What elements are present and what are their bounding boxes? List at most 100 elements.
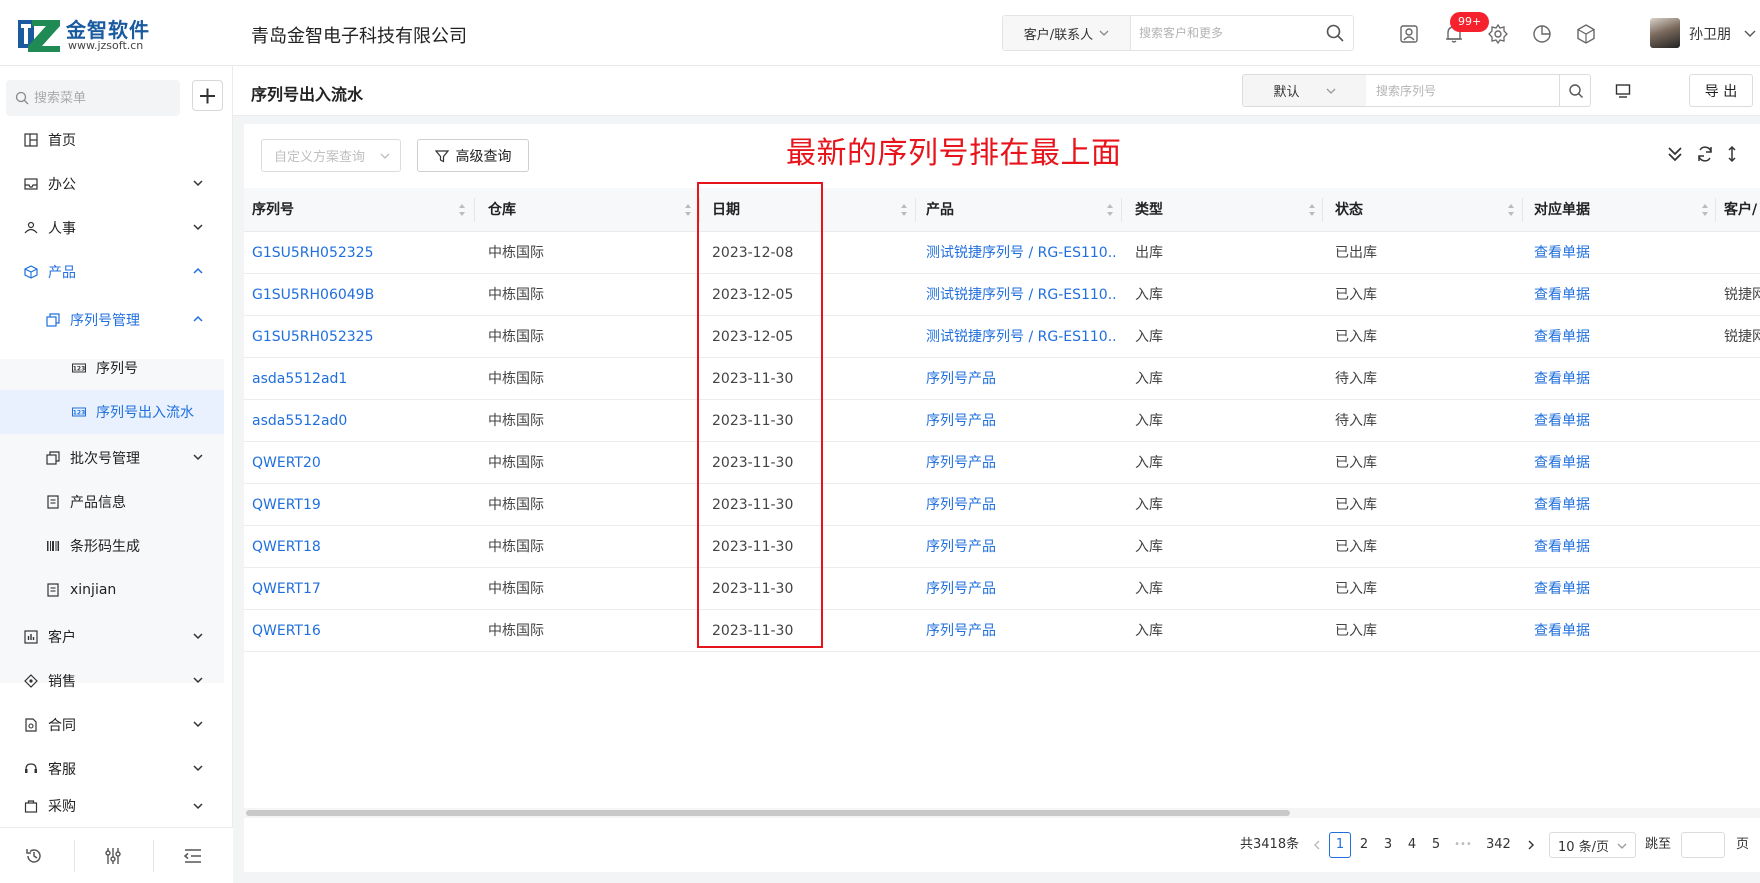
sidebar-item-customer[interactable]: 客户 [0, 615, 224, 659]
column-header-customer[interactable]: 客户/ [1724, 188, 1757, 232]
view-document-link[interactable]: 查看单据 [1534, 568, 1704, 610]
product-link[interactable]: 序列号产品 [926, 568, 1118, 610]
view-select[interactable]: 默认 [1242, 74, 1367, 107]
serial-number-link[interactable]: G1SU5RH052325 [252, 316, 472, 358]
page-last[interactable]: 342 [1486, 832, 1511, 858]
add-menu-button[interactable] [192, 80, 223, 111]
product-link[interactable]: 测试锐捷序列号 / RG-ES110... [926, 274, 1118, 316]
table-row[interactable]: asda5512ad1 中栋国际 2023-11-30 序列号产品 入库 待入库… [244, 358, 1760, 400]
sidebar-item-office[interactable]: 办公 [0, 162, 224, 206]
sort-icon[interactable] [1507, 203, 1515, 217]
product-link[interactable]: 序列号产品 [926, 610, 1118, 652]
sidebar-item-purchase[interactable]: 采购 [0, 791, 224, 821]
product-link[interactable]: 序列号产品 [926, 526, 1118, 568]
serial-number-link[interactable]: QWERT19 [252, 484, 472, 526]
sidebar-item-service[interactable]: 客服 [0, 747, 224, 791]
serial-search-input[interactable] [1366, 74, 1565, 107]
sidebar-item-sales[interactable]: 销售 [0, 659, 224, 703]
serial-number-link[interactable]: asda5512ad0 [252, 400, 472, 442]
page-5[interactable]: 5 [1425, 832, 1447, 858]
product-link[interactable]: 序列号产品 [926, 442, 1118, 484]
double-chevron-down-icon[interactable] [1665, 144, 1685, 164]
prev-page-icon[interactable] [1312, 840, 1322, 850]
page-2[interactable]: 2 [1353, 832, 1375, 858]
sidebar-item-product[interactable]: 产品 [0, 250, 224, 294]
scrollbar-thumb[interactable] [246, 810, 1290, 816]
export-button[interactable]: 导 出 [1689, 74, 1753, 107]
logo[interactable]: 金智软件 www.jzsoft.cn [18, 14, 168, 54]
table-row[interactable]: asda5512ad0 中栋国际 2023-11-30 序列号产品 入库 待入库… [244, 400, 1760, 442]
search-scope-select[interactable]: 客户/联系人 [1003, 16, 1131, 50]
cube-icon[interactable] [1575, 23, 1597, 45]
serial-number-link[interactable]: QWERT18 [252, 526, 472, 568]
table-row[interactable]: QWERT17 中栋国际 2023-11-30 序列号产品 入库 已入库 查看单… [244, 568, 1760, 610]
view-document-link[interactable]: 查看单据 [1534, 484, 1704, 526]
avatar[interactable] [1650, 18, 1680, 48]
sidebar-item-serial-number[interactable]: 123 序列号 [0, 346, 224, 390]
sort-icon[interactable] [900, 203, 908, 217]
gear-icon[interactable] [1487, 23, 1509, 45]
column-header-document[interactable]: 对应单据 [1534, 188, 1590, 232]
column-header-product[interactable]: 产品 [926, 188, 954, 232]
search-icon[interactable] [1325, 23, 1345, 43]
history-icon[interactable] [24, 846, 44, 866]
sidebar-item-product-info[interactable]: 产品信息 [0, 480, 224, 524]
product-link[interactable]: 测试锐捷序列号 / RG-ES110... [926, 316, 1118, 358]
serial-number-link[interactable]: G1SU5RH06049B [252, 274, 472, 316]
view-document-link[interactable]: 查看单据 [1534, 526, 1704, 568]
collapse-menu-icon[interactable] [183, 846, 203, 866]
product-link[interactable]: 序列号产品 [926, 484, 1118, 526]
sidebar-item-xinjian[interactable]: xinjian [0, 568, 224, 612]
sidebar-item-serial-management[interactable]: 序列号管理 [0, 298, 224, 342]
product-link[interactable]: 序列号产品 [926, 400, 1118, 442]
next-page-icon[interactable] [1526, 840, 1536, 850]
sort-icon[interactable] [1308, 203, 1316, 217]
product-link[interactable]: 序列号产品 [926, 358, 1118, 400]
column-header-date[interactable]: 日期 [712, 188, 740, 232]
serial-search-button[interactable] [1559, 74, 1591, 107]
view-document-link[interactable]: 查看单据 [1534, 610, 1704, 652]
view-document-link[interactable]: 查看单据 [1534, 442, 1704, 484]
sidebar-item-barcode[interactable]: 条形码生成 [0, 524, 224, 568]
print-view-button[interactable] [1608, 74, 1638, 107]
view-document-link[interactable]: 查看单据 [1534, 358, 1704, 400]
sort-icon[interactable] [1106, 203, 1114, 217]
view-document-link[interactable]: 查看单据 [1534, 274, 1704, 316]
serial-number-link[interactable]: asda5512ad1 [252, 358, 472, 400]
view-document-link[interactable]: 查看单据 [1534, 232, 1704, 274]
view-document-link[interactable]: 查看单据 [1534, 400, 1704, 442]
product-link[interactable]: 测试锐捷序列号 / RG-ES110... [926, 232, 1118, 274]
page-size-select[interactable]: 10 条/页 [1549, 832, 1636, 858]
serial-number-link[interactable]: G1SU5RH052325 [252, 232, 472, 274]
contact-card-icon[interactable] [1398, 23, 1420, 45]
table-row[interactable]: G1SU5RH052325 中栋国际 2023-12-08 测试锐捷序列号 / … [244, 232, 1760, 274]
table-row[interactable]: G1SU5RH06049B 中栋国际 2023-12-05 测试锐捷序列号 / … [244, 274, 1760, 316]
table-row[interactable]: QWERT18 中栋国际 2023-11-30 序列号产品 入库 已入库 查看单… [244, 526, 1760, 568]
menu-search-input[interactable] [34, 80, 174, 116]
custom-scheme-select[interactable]: 自定义方案查询 [261, 139, 401, 172]
page-4[interactable]: 4 [1401, 832, 1423, 858]
sort-icon[interactable] [684, 203, 692, 217]
jump-page-input[interactable] [1681, 832, 1725, 858]
table-row[interactable]: QWERT20 中栋国际 2023-11-30 序列号产品 入库 已入库 查看单… [244, 442, 1760, 484]
serial-number-link[interactable]: QWERT20 [252, 442, 472, 484]
row-height-icon[interactable] [1722, 144, 1742, 164]
serial-number-link[interactable]: QWERT17 [252, 568, 472, 610]
sidebar-item-home[interactable]: 首页 [0, 118, 224, 162]
horizontal-scrollbar[interactable] [244, 808, 1760, 818]
table-row[interactable]: QWERT19 中栋国际 2023-11-30 序列号产品 入库 已入库 查看单… [244, 484, 1760, 526]
serial-number-link[interactable]: QWERT16 [252, 610, 472, 652]
user-name[interactable]: 孙卫朋 [1689, 24, 1731, 44]
column-header-serial[interactable]: 序列号 [252, 188, 294, 232]
page-ellipsis[interactable]: ••• [1452, 832, 1474, 858]
sort-icon[interactable] [458, 203, 466, 217]
page-1[interactable]: 1 [1329, 832, 1351, 858]
page-3[interactable]: 3 [1377, 832, 1399, 858]
column-header-type[interactable]: 类型 [1135, 188, 1163, 232]
sidebar-item-contract[interactable]: 合同 [0, 703, 224, 747]
table-row[interactable]: QWERT16 中栋国际 2023-11-30 序列号产品 入库 已入库 查看单… [244, 610, 1760, 652]
sidebar-item-batch-management[interactable]: 批次号管理 [0, 436, 224, 480]
sidebar-item-hr[interactable]: 人事 [0, 206, 224, 250]
sliders-icon[interactable] [103, 846, 123, 866]
column-header-warehouse[interactable]: 仓库 [488, 188, 516, 232]
